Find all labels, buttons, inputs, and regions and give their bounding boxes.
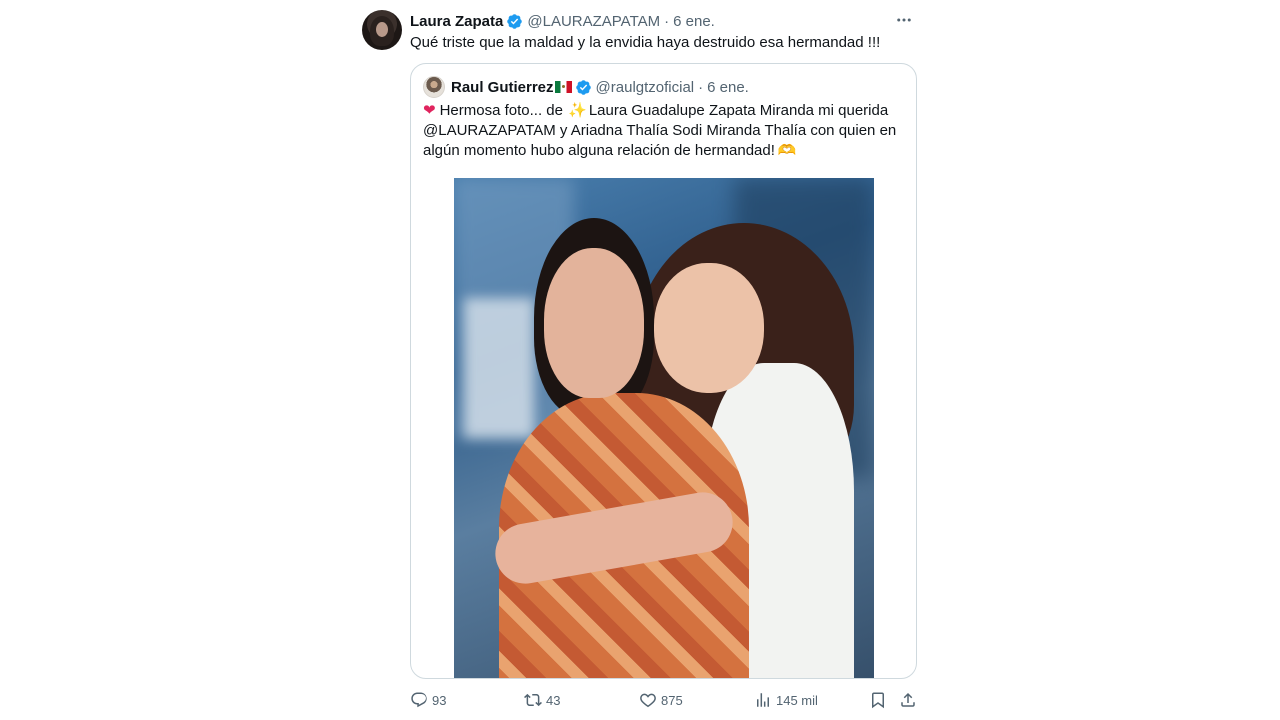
quote-author-handle[interactable]: @raulgtzoficial xyxy=(596,79,695,96)
reply-button[interactable]: 93 xyxy=(410,688,446,712)
like-count: 875 xyxy=(661,692,683,708)
heart-icon xyxy=(640,693,656,708)
views-button[interactable]: 145 mil xyxy=(754,688,818,712)
quoted-tweet[interactable]: Raul Gutierrez @raulgtzoficial · 6 ene. … xyxy=(410,63,917,679)
quote-header: Raul Gutierrez @raulgtzoficial · 6 ene. xyxy=(451,77,749,97)
separator-dot: · xyxy=(698,78,704,96)
verified-badge-icon xyxy=(507,13,523,29)
verified-badge-icon xyxy=(575,79,591,95)
share-upload-icon xyxy=(901,692,915,707)
quote-date[interactable]: 6 ene. xyxy=(707,79,749,96)
quote-text-line-2: @LAURAZAPATAM y Ariadna Thalía Sodi Mira… xyxy=(423,122,897,139)
like-button[interactable]: 875 xyxy=(639,688,683,712)
author-name[interactable]: Laura Zapata xyxy=(410,13,503,30)
quote-text-part-3: algún momento hubo alguna relación de he… xyxy=(423,142,775,159)
bookmark-button[interactable] xyxy=(869,688,891,712)
quote-text-line-1: ❤ Hermosa foto... de ✨ Laura Guadalupe Zap… xyxy=(423,101,913,121)
red-heart-icon: ❤ xyxy=(423,102,436,119)
quote-text-line-3: algún momento hubo alguna relación de he… xyxy=(423,141,913,161)
author-handle[interactable]: @LAURAZAPATAM xyxy=(527,13,660,30)
author-avatar[interactable] xyxy=(362,10,402,50)
quote-text-part-1a: Hermosa foto... de xyxy=(439,102,563,119)
views-chart-icon xyxy=(757,693,769,707)
reply-icon xyxy=(411,692,427,708)
tweet-actions: 93 43 875 145 mil xyxy=(410,688,922,712)
share-button[interactable] xyxy=(899,688,921,712)
heart-hands-icon: 🫶 xyxy=(777,142,797,159)
tweet-text: Qué triste que la maldad y la envidia ha… xyxy=(410,34,881,51)
retweet-count: 43 xyxy=(546,692,561,708)
quote-text: ❤ Hermosa foto... de ✨ Laura Guadalupe Zap… xyxy=(423,101,913,161)
sparkles-icon: ✨ xyxy=(568,102,587,119)
retweet-button[interactable]: 43 xyxy=(524,688,560,712)
tweet-header: Laura Zapata @LAURAZAPATAM · 6 ene. xyxy=(410,11,715,31)
views-count: 145 mil xyxy=(776,692,818,708)
separator-dot: · xyxy=(664,12,670,30)
quote-photo[interactable] xyxy=(454,178,874,678)
tweet: Laura Zapata @LAURAZAPATAM · 6 ene. Qué … xyxy=(362,8,922,720)
bookmark-icon xyxy=(872,692,884,709)
mexico-flag-icon xyxy=(554,81,572,93)
quote-text-part-1b: Laura Guadalupe Zapata Miranda mi querid… xyxy=(588,102,889,119)
more-options-button[interactable] xyxy=(892,10,916,30)
tweet-date[interactable]: 6 ene. xyxy=(673,13,715,30)
retweet-icon xyxy=(524,693,542,707)
more-horizontal-icon xyxy=(897,18,911,22)
quote-author-name[interactable]: Raul Gutierrez xyxy=(451,79,554,96)
quote-author-avatar[interactable] xyxy=(423,76,445,98)
reply-count: 93 xyxy=(432,692,447,708)
